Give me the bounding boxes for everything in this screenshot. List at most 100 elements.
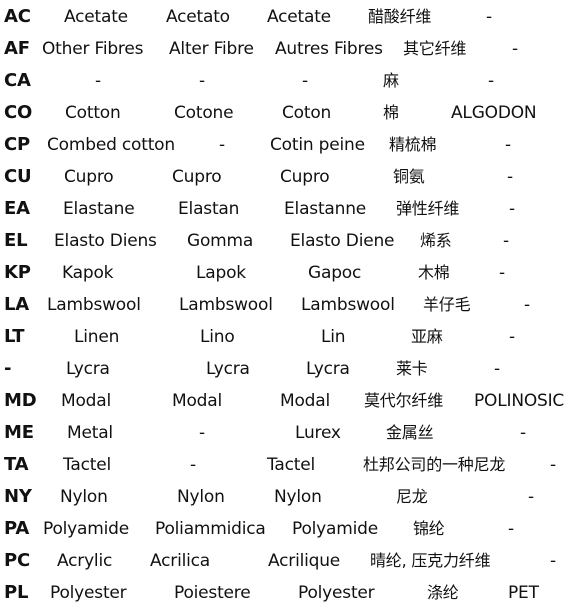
fibre-name-chinese: 金属丝 [386,423,434,442]
table-row: KP Kapok Lapok Gapoc 木棉 - [0,257,579,289]
fibre-name-spanish: - [550,455,556,475]
fibre-name-chinese: 莫代尔纤维 [364,391,444,410]
fibre-name-spanish: - [528,487,534,507]
fibre-name-french: Acrilique [268,551,341,571]
fibre-name-english: Tactel [63,455,111,475]
table-row: LA Lambswool Lambswool Lambswool 羊仔毛 - [0,289,579,321]
fibre-name-spanish: - [505,135,511,155]
fibre-name-chinese: 铜氨 [393,167,425,186]
fibre-name-french: Lin [321,327,346,347]
fibre-code: ME [4,422,34,443]
fibre-name-spanish: POLINOSIC [474,391,565,411]
fibre-code: TA [4,454,29,475]
fibre-name-spanish: - [486,7,492,27]
table-row: LT Linen Lino Lin 亚麻 - [0,321,579,353]
fibre-name-french: Lambswool [301,295,395,315]
fibre-name-italian: - [219,135,225,155]
fibre-name-italian: Acetato [166,7,230,27]
fibre-name-spanish: - [509,327,515,347]
fibre-code: AF [4,38,30,59]
fibre-code: LA [4,294,30,315]
fibre-name-english: Combed cotton [47,135,175,155]
fibre-name-italian: - [199,423,205,443]
fibre-name-french: Polyester [298,583,375,603]
fibre-name-chinese: 羊仔毛 [423,295,471,314]
fibre-code: CU [4,166,32,187]
fibre-name-italian: Lapok [196,263,246,283]
fibre-name-italian: Cupro [172,167,222,187]
fibre-code: EL [4,230,28,251]
fibre-name-italian: Alter Fibre [169,39,254,59]
table-row: NY Nylon Nylon Nylon 尼龙 - [0,481,579,513]
fibre-code: CA [4,70,31,91]
fibre-name-chinese: 烯系 [420,231,452,250]
fibre-name-spanish: - [512,39,518,59]
fibre-name-spanish: - [503,231,509,251]
fibre-name-spanish: - [524,295,530,315]
fibre-name-english: Acetate [64,7,128,27]
fibre-name-english: Metal [67,423,113,443]
fibre-name-italian: Acrilica [150,551,211,571]
fibre-name-french: Cupro [280,167,330,187]
fibre-name-french: Coton [282,103,332,123]
fibre-name-spanish: PET [508,583,539,603]
table-row: CO Cotton Cotone Coton 棉 ALGODON [0,97,579,129]
fibre-name-english: Kapok [62,263,114,283]
fibre-name-english: Nylon [60,487,108,507]
table-row: CA - - - 麻 - [0,65,579,97]
fibre-name-italian: Modal [172,391,223,411]
fibre-name-english: - [95,71,101,91]
fibre-name-english: Lambswool [47,295,141,315]
fibre-name-chinese: 锦纶 [413,519,445,538]
fibre-name-french: Autres Fibres [275,39,383,59]
fibre-name-english: Polyester [50,583,127,603]
fibre-name-chinese: 晴纶, 压克力纤维 [370,551,491,570]
fibre-name-chinese: 亚麻 [411,327,443,346]
fibre-code: PC [4,550,31,571]
fibre-name-italian: Nylon [177,487,225,507]
table-row: - Lycra Lycra Lycra 莱卡 - [0,353,579,385]
fibre-name-italian: Poliammidica [155,519,266,539]
table-row: AC Acetate Acetato Acetate 醋酸纤维 - [0,1,579,33]
fibre-name-french: Polyamide [292,519,378,539]
fibre-name-english: Modal [61,391,112,411]
fibre-name-french: Elasto Diene [290,231,395,251]
fibre-name-spanish: - [508,519,514,539]
fibre-name-italian: Lycra [206,359,250,379]
fibre-name-spanish: - [550,551,556,571]
fibre-name-chinese: 莱卡 [396,359,428,378]
fibre-code: KP [4,262,31,283]
fibre-code: CO [4,102,33,123]
table-row: PL Polyester Poiestere Polyester 涤纶 PET [0,577,579,609]
fibre-name-italian: Lino [200,327,235,347]
table-row: AF Other Fibres Alter Fibre Autres Fibres 其它… [0,33,579,65]
fibre-name-spanish: - [494,359,500,379]
fibre-code: AC [4,6,31,27]
fibre-name-french: Gapoc [308,263,362,283]
fibre-name-french: Nylon [274,487,322,507]
fibre-name-italian: Cotone [174,103,234,123]
fibre-code: PL [4,582,29,603]
fibre-name-spanish: - [488,71,494,91]
fibre-name-english: Linen [74,327,120,347]
table-row: EL Elasto Diens Gomma Elasto Diene 烯系 - [0,225,579,257]
fibre-name-italian: Poiestere [174,583,251,603]
fibre-name-french: Modal [280,391,331,411]
fibre-name-english: Cotton [65,103,121,123]
fibre-name-italian: Elastan [178,199,240,219]
fibre-name-english: Other Fibres [42,39,144,59]
fibre-name-italian: Lambswool [179,295,273,315]
fibre-name-english: Acrylic [57,551,113,571]
fibre-name-spanish: - [507,167,513,187]
fibre-name-italian: - [190,455,196,475]
fibre-name-spanish: - [509,199,515,219]
fibre-name-chinese: 麻 [383,71,399,90]
fibre-name-english: Polyamide [43,519,129,539]
table-row: PC Acrylic Acrilica Acrilique 晴纶, 压克力纤维 - [0,545,579,577]
table-row: TA Tactel - Tactel 杜邦公司的一种尼龙 - [0,449,579,481]
fibre-name-spanish: ALGODON [451,103,537,123]
fibre-name-chinese: 棉 [383,103,399,122]
fibre-name-english: Elasto Diens [54,231,157,251]
fibre-name-italian: Gomma [187,231,254,251]
fibre-name-french: Lycra [306,359,350,379]
